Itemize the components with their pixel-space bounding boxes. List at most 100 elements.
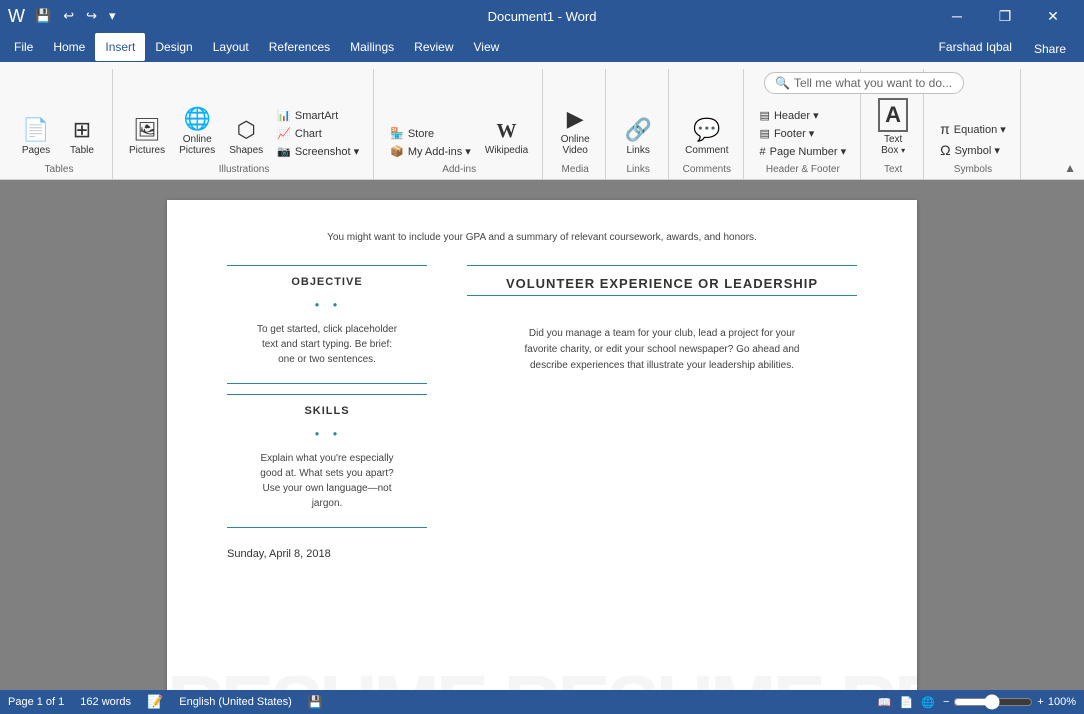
volunteer-title: VOLUNTEER EXPERIENCE OR LEADERSHIP: [467, 276, 857, 291]
menu-item-home[interactable]: Home: [43, 33, 95, 61]
page-number-button[interactable]: # Page Number ▾: [754, 143, 853, 160]
header-icon: ▤: [760, 109, 770, 122]
save-icon[interactable]: 💾: [31, 6, 55, 26]
text-box-icon: A: [878, 98, 908, 132]
pictures-icon: 🖼: [133, 117, 161, 143]
comment-button[interactable]: 💬 Comment: [679, 113, 734, 160]
pictures-button[interactable]: 🖼 Pictures: [123, 113, 171, 160]
my-addins-icon: 📦: [390, 145, 404, 158]
menu-item-review[interactable]: Review: [404, 33, 463, 61]
print-layout-icon[interactable]: 📄: [900, 696, 914, 709]
header-footer-group-label: Header & Footer: [766, 164, 840, 175]
right-column: VOLUNTEER EXPERIENCE OR LEADERSHIP Did y…: [467, 265, 857, 560]
share-button[interactable]: Share: [1020, 38, 1080, 60]
links-icon: 🔗: [624, 117, 651, 143]
links-button[interactable]: 🔗 Links: [616, 113, 660, 160]
page-indicator: Page 1 of 1: [8, 696, 64, 708]
symbol-icon: Ω: [940, 142, 950, 158]
document-page[interactable]: You might want to include your GPA and a…: [167, 200, 917, 690]
zoom-controls: − + 100%: [943, 694, 1076, 710]
word-count: 162 words: [80, 696, 131, 708]
skills-text: Explain what you're especiallygood at. W…: [227, 451, 427, 511]
menu-item-design[interactable]: Design: [145, 33, 202, 61]
illustrations-group-label: Illustrations: [219, 164, 270, 175]
online-video-icon: ▶: [567, 106, 584, 132]
ribbon-group-comments: 💬 Comment Comments: [671, 69, 743, 179]
language: English (United States): [179, 696, 292, 708]
page-number-icon: #: [760, 146, 766, 158]
header-button[interactable]: ▤ Header ▾: [754, 107, 853, 124]
ribbon-group-addins: 🏪 Store 📦 My Add-ins ▾ W Wikipedia Add-i…: [376, 69, 543, 179]
equation-icon: π: [940, 121, 950, 137]
store-button[interactable]: 🏪 Store: [384, 125, 477, 142]
symbol-button[interactable]: Ω Symbol ▾: [934, 140, 1012, 160]
wikipedia-icon: W: [496, 120, 516, 143]
wikipedia-button[interactable]: W Wikipedia: [479, 116, 534, 160]
volunteer-text: Did you manage a team for your club, lea…: [467, 326, 857, 374]
menu-item-view[interactable]: View: [464, 33, 510, 61]
table-button[interactable]: ⊞ Table: [60, 113, 104, 160]
my-addins-button[interactable]: 📦 My Add-ins ▾: [384, 143, 477, 160]
equation-button[interactable]: π Equation ▾: [934, 119, 1012, 139]
zoom-slider[interactable]: [953, 694, 1033, 710]
online-pictures-icon: 🌐: [183, 106, 210, 132]
chart-button[interactable]: 📈 Chart: [271, 125, 365, 142]
menu-item-file[interactable]: File: [4, 33, 43, 61]
quick-access-toolbar: 💾 ↩ ↪ ▾: [31, 6, 120, 26]
web-layout-icon[interactable]: 🌐: [921, 696, 935, 709]
menu-item-layout[interactable]: Layout: [203, 33, 259, 61]
redo-icon[interactable]: ↪: [82, 6, 101, 26]
word-icon: W: [8, 6, 25, 27]
ribbon-collapse-button[interactable]: ▲: [1064, 161, 1076, 175]
ribbon-group-illustrations: 🖼 Pictures 🌐 OnlinePictures ⬡ Shapes 📊 S…: [115, 69, 374, 179]
pages-icon: 📄: [22, 117, 49, 143]
read-mode-icon[interactable]: 📖: [878, 696, 892, 709]
ribbon-group-links: 🔗 Links Links: [608, 69, 669, 179]
menu-item-mailings[interactable]: Mailings: [340, 33, 404, 61]
minimize-button[interactable]: ─: [934, 0, 980, 32]
menu-item-references[interactable]: References: [259, 33, 340, 61]
search-icon: 🔍: [775, 76, 790, 90]
proofing-icon[interactable]: 📝: [147, 694, 163, 710]
menu-bar: File Home Insert Design Layout Reference…: [0, 32, 1084, 62]
close-button[interactable]: ✕: [1030, 0, 1076, 32]
smartart-button[interactable]: 📊 SmartArt: [271, 107, 365, 124]
skills-line-bottom: [227, 527, 427, 528]
document-area: You might want to include your GPA and a…: [0, 180, 1084, 690]
tell-me-label: Tell me what you want to do...: [794, 76, 952, 90]
media-group-label: Media: [562, 164, 589, 175]
status-bar: Page 1 of 1 162 words 📝 English (United …: [0, 690, 1084, 714]
footer-icon: ▤: [760, 127, 770, 140]
volunteer-line-top: [467, 265, 857, 266]
shapes-button[interactable]: ⬡ Shapes: [223, 113, 269, 160]
status-right: 📖 📄 🌐 − + 100%: [878, 694, 1076, 710]
volunteer-line-bottom: [467, 295, 857, 296]
objective-title: OBJECTIVE: [227, 276, 427, 288]
skills-dots: ・・: [227, 421, 427, 445]
window-controls: ─ ❐ ✕: [934, 0, 1076, 32]
footer-button[interactable]: ▤ Footer ▾: [754, 125, 853, 142]
menu-item-insert[interactable]: Insert: [95, 33, 145, 61]
online-video-button[interactable]: ▶ OnlineVideo: [553, 102, 597, 160]
screenshot-icon: 📷: [277, 145, 291, 158]
pages-button[interactable]: 📄 Pages: [14, 113, 58, 160]
top-text: You might want to include your GPA and a…: [227, 230, 857, 245]
zoom-out-button[interactable]: −: [943, 696, 949, 708]
addins-group-label: Add-ins: [442, 164, 476, 175]
objective-line-top: [227, 265, 427, 266]
skills-title: SKILLS: [227, 405, 427, 417]
zoom-in-button[interactable]: +: [1037, 696, 1043, 708]
screenshot-button[interactable]: 📷 Screenshot ▾: [271, 143, 365, 160]
more-icon[interactable]: ▾: [105, 6, 120, 26]
text-box-button[interactable]: A TextBox ▾: [871, 94, 915, 160]
ribbon: 📄 Pages ⊞ Table Tables 🖼 Pictures 🌐 Onli…: [0, 62, 1084, 180]
undo-icon[interactable]: ↩: [59, 6, 78, 26]
document-content: OBJECTIVE ・・ To get started, click place…: [227, 265, 857, 560]
title-bar-title: Document1 - Word: [488, 9, 597, 24]
symbols-group-label: Symbols: [954, 164, 992, 175]
smartart-icon: 📊: [277, 109, 291, 122]
tell-me-box[interactable]: 🔍 Tell me what you want to do...: [764, 72, 964, 94]
save-status-icon: 💾: [308, 695, 323, 709]
online-pictures-button[interactable]: 🌐 OnlinePictures: [173, 102, 221, 160]
restore-button[interactable]: ❐: [982, 0, 1028, 32]
